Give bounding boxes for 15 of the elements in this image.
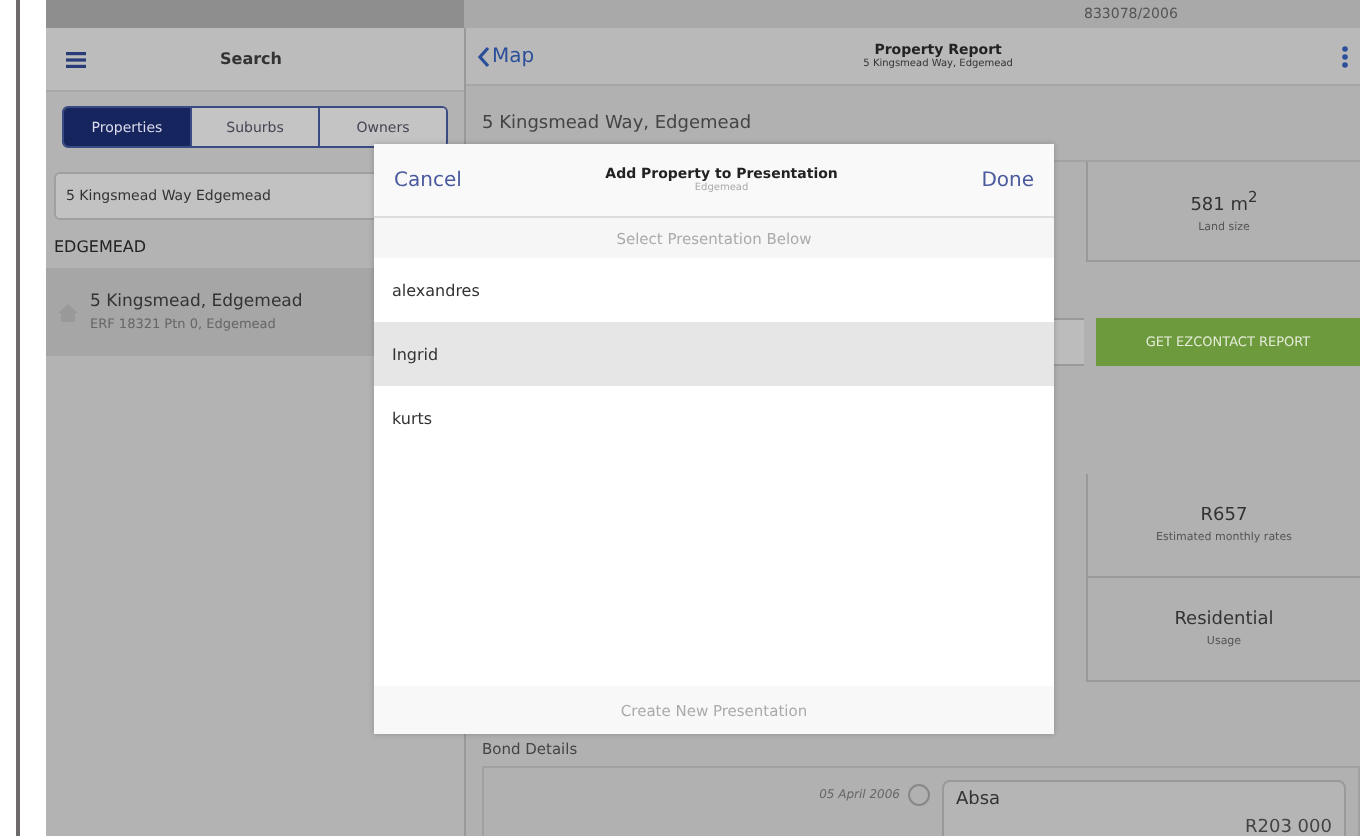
menu-icon[interactable] <box>66 51 86 67</box>
presentation-item[interactable]: kurts <box>374 386 1054 450</box>
done-button[interactable]: Done <box>981 169 1034 191</box>
back-button[interactable]: Map <box>478 45 535 67</box>
bond-card: Absa R203 000 <box>942 780 1346 836</box>
timeline-dot <box>908 784 930 806</box>
chevron-left-icon <box>478 45 490 67</box>
more-icon[interactable] <box>1342 45 1348 67</box>
section-header: EDGEMEAD <box>52 236 149 260</box>
sidebar-title: Search <box>218 50 284 68</box>
property-address: 5 Kingsmead Way, Edgemead <box>482 114 752 134</box>
result-title: 5 Kingsmead, Edgemead <box>90 292 303 312</box>
presentation-item[interactable]: alexandres <box>374 258 1054 322</box>
presentation-item[interactable]: Ingrid <box>374 322 1054 386</box>
cancel-button[interactable]: Cancel <box>394 169 462 191</box>
